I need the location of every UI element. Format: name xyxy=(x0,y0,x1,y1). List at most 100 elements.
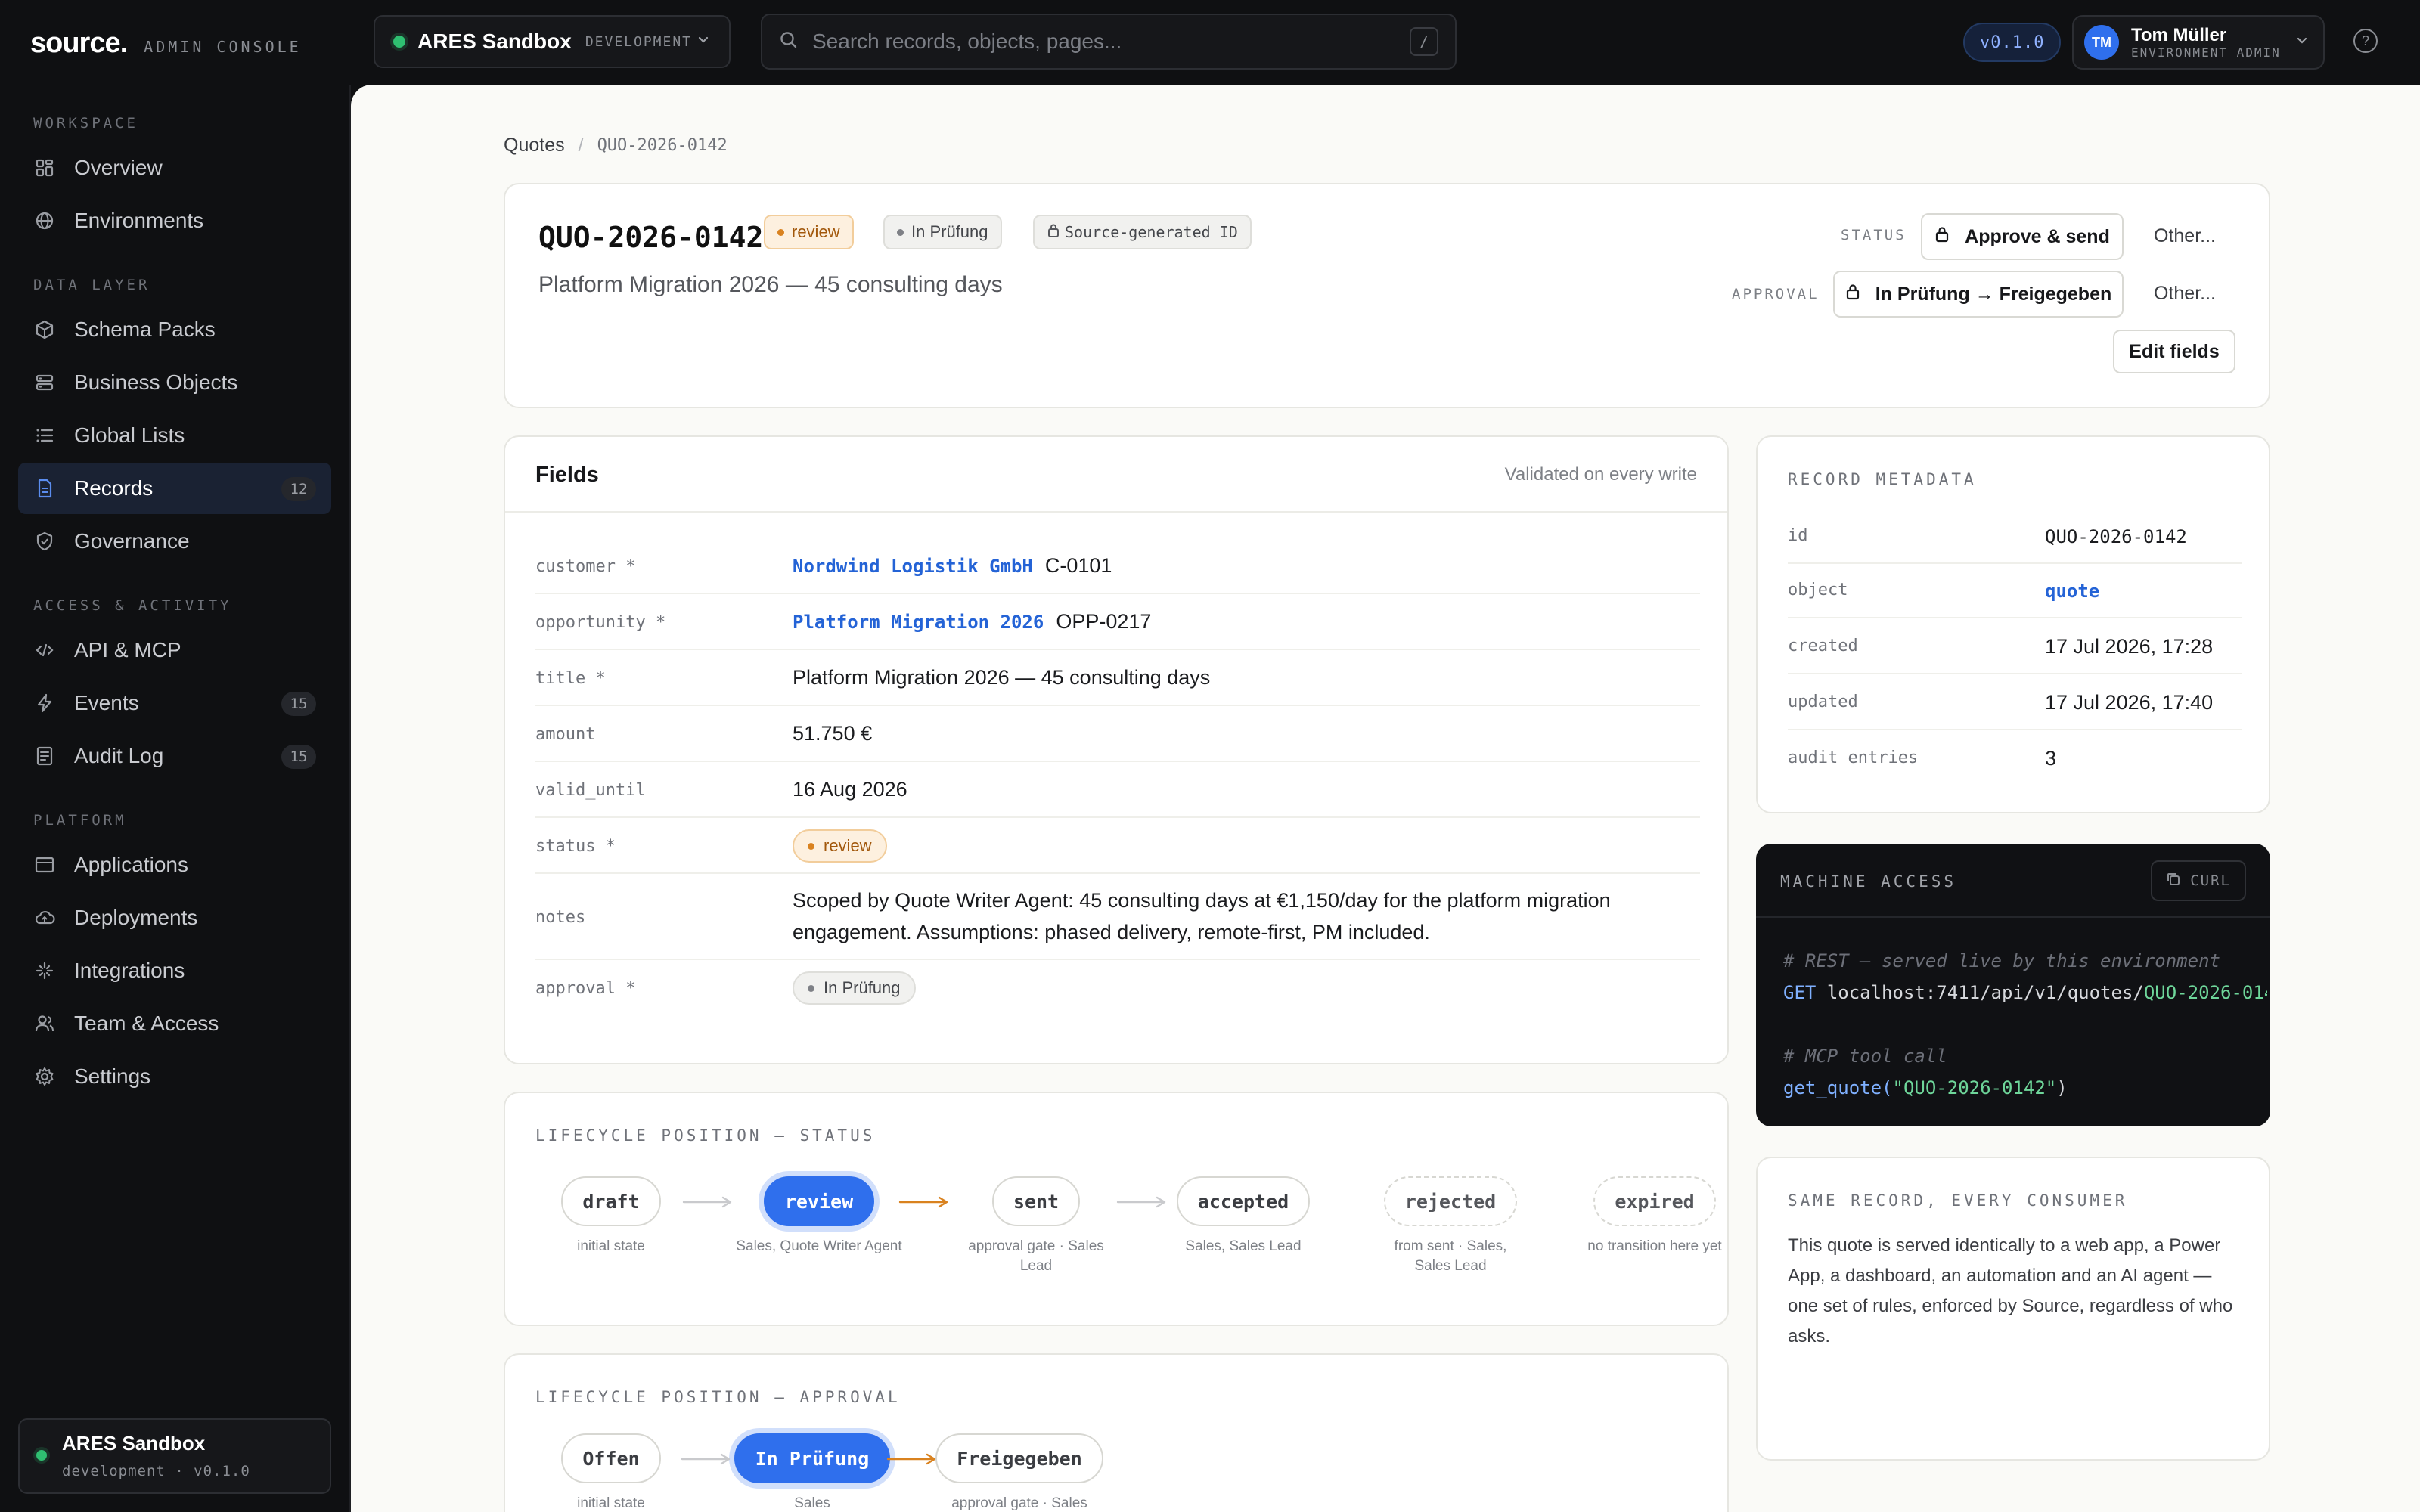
sidebar-item-api-mcp[interactable]: API & MCP xyxy=(18,624,331,676)
metadata-object-link[interactable]: quote xyxy=(2045,581,2099,602)
sidebar-item-label: Environments xyxy=(74,209,204,232)
stage-pill: expired xyxy=(1593,1176,1716,1226)
lock-icon xyxy=(1934,226,1950,248)
console-label: ADMIN CONSOLE xyxy=(144,38,302,56)
avatar: TM xyxy=(2084,25,2119,60)
field-row: amount 51.750 € xyxy=(535,706,1700,762)
sidebar-item-records[interactable]: Records 12 xyxy=(18,463,331,514)
environment-footer[interactable]: ARES Sandbox development · v0.1.0 xyxy=(18,1418,331,1494)
fields-card: Fields Validated on every write customer… xyxy=(504,435,1729,1064)
lifecycle-stage: In Prüfung Sales xyxy=(721,1433,903,1512)
brand[interactable]: source. ADMIN CONSOLE xyxy=(30,27,302,60)
users-icon xyxy=(33,1012,56,1035)
copy-curl-button[interactable]: CURL xyxy=(2151,860,2246,901)
search-input[interactable] xyxy=(812,29,1410,54)
breadcrumb-parent[interactable]: Quotes xyxy=(504,135,565,156)
sidebar-item-events[interactable]: Events 15 xyxy=(18,677,331,729)
approval-transition-label: In Prüfung → Freigegeben xyxy=(1875,283,2112,305)
field-value: C-0101 xyxy=(1044,554,1112,577)
field-link[interactable]: Platform Migration 2026 xyxy=(793,612,1044,633)
sidebar-item-environments[interactable]: Environments xyxy=(18,195,331,246)
stage-pill: Freigegeben xyxy=(935,1433,1103,1483)
approval-other-button[interactable]: Other... xyxy=(2154,283,2216,305)
sidebar-item-global-lists[interactable]: Global Lists xyxy=(18,410,331,461)
lifecycle-status-card: LIFECYCLE POSITION — STATUS draft initia… xyxy=(504,1092,1729,1326)
field-status-chip: review xyxy=(793,829,887,863)
sidebar-item-deployments[interactable]: Deployments xyxy=(18,892,331,943)
plug-icon xyxy=(33,959,56,982)
help-icon[interactable]: ? xyxy=(2353,29,2378,53)
lifecycle-status-label: LIFECYCLE POSITION — STATUS xyxy=(535,1126,876,1145)
nav-section-label: ACCESS & ACTIVITY xyxy=(33,597,232,614)
user-role: ENVIRONMENT ADMIN xyxy=(2131,45,2281,60)
metadata-value: QUO-2026-0142 xyxy=(2045,526,2187,547)
chevron-down-icon xyxy=(696,32,711,51)
stage-note: no transition here yet xyxy=(1587,1238,1722,1254)
gear-icon xyxy=(33,1065,56,1088)
global-search[interactable]: / xyxy=(761,14,1457,70)
stage-pill: review xyxy=(763,1176,875,1226)
stage-pill: draft xyxy=(561,1176,661,1226)
env-tag: DEVELOPMENT xyxy=(585,33,693,50)
edit-fields-button[interactable]: Edit fields xyxy=(2113,330,2235,373)
stage-note: approval gate · Sales Lead xyxy=(968,1238,1104,1274)
approval-transition-button[interactable]: In Prüfung → Freigegeben xyxy=(1833,271,2124,318)
approve-send-button[interactable]: Approve & send xyxy=(1921,213,2124,260)
nav-count-badge: 15 xyxy=(281,692,316,716)
metadata-row: updated 17 Jul 2026, 17:40 xyxy=(1788,674,2242,730)
status-badge-label: review xyxy=(792,222,840,241)
transition-arrow-icon xyxy=(898,1194,951,1213)
copy-curl-label: CURL xyxy=(2190,872,2231,889)
sidebar-item-integrations[interactable]: Integrations xyxy=(18,945,331,996)
metadata-key: updated xyxy=(1788,692,1858,711)
fields-title: Fields xyxy=(535,463,599,487)
sidebar-item-audit-log[interactable]: Audit Log 15 xyxy=(18,730,331,782)
code-fn-arg: "QUO-2026-0142" xyxy=(1892,1077,2057,1098)
metadata-value: 17 Jul 2026, 17:40 xyxy=(2045,691,2214,714)
sidebar-item-governance[interactable]: Governance xyxy=(18,516,331,567)
field-row: valid_until 16 Aug 2026 xyxy=(535,762,1700,818)
approval-control-label: APPROVAL xyxy=(1732,286,1820,302)
sidebar-item-applications[interactable]: Applications xyxy=(18,839,331,891)
cube-icon xyxy=(33,318,56,341)
code-fn: get_quote( xyxy=(1783,1077,1893,1098)
search-icon xyxy=(779,30,799,54)
code-snippet: # REST — served live by this environment… xyxy=(1783,945,2267,1104)
approval-badge-label: In Prüfung xyxy=(911,222,988,241)
status-other-button[interactable]: Other... xyxy=(2154,225,2216,247)
machine-access-card: MACHINE ACCESS CURL # REST — served live… xyxy=(1756,844,2270,1126)
code-url-base: localhost:7411/api/v1/quotes/ xyxy=(1826,982,2144,1003)
field-value: 51.750 € xyxy=(793,722,873,745)
cloud-icon xyxy=(33,906,56,929)
code-fn-close: ) xyxy=(2056,1077,2068,1098)
sidebar-item-business-objects[interactable]: Business Objects xyxy=(18,357,331,408)
sidebar-item-schema-packs[interactable]: Schema Packs xyxy=(18,304,331,355)
environment-switcher[interactable]: ARES Sandbox DEVELOPMENT xyxy=(374,15,731,68)
field-row: customer * Nordwind Logistik GmbH C-0101 xyxy=(535,538,1700,594)
stage-pill: sent xyxy=(991,1176,1081,1226)
field-value: 16 Aug 2026 xyxy=(793,778,908,801)
sidebar-item-settings[interactable]: Settings xyxy=(18,1051,331,1102)
stage-note: Sales xyxy=(794,1495,830,1511)
lifecycle-stage: review Sales, Quote Writer Agent xyxy=(736,1176,902,1256)
user-menu[interactable]: TM Tom Müller ENVIRONMENT ADMIN xyxy=(2072,15,2325,70)
database-icon xyxy=(33,371,56,394)
record-header-card: QUO-2026-0142 review In Prüfung Source-g… xyxy=(504,183,2270,408)
field-link[interactable]: Nordwind Logistik GmbH xyxy=(793,556,1033,577)
sidebar-item-team-access[interactable]: Team & Access xyxy=(18,998,331,1049)
code-comment-rest: # REST — served live by this environment xyxy=(1783,950,2220,971)
env-status-dot xyxy=(393,36,405,48)
transition-arrow-icon xyxy=(681,1452,734,1470)
nav-count-badge: 12 xyxy=(281,477,316,501)
stage-pill: accepted xyxy=(1176,1176,1311,1226)
sidebar-item-label: Deployments xyxy=(74,906,198,929)
bolt-icon xyxy=(33,692,56,714)
sidebar-item-label: Events xyxy=(74,691,139,714)
sidebar-item-overview[interactable]: Overview xyxy=(18,142,331,194)
env-status-dot xyxy=(36,1450,47,1461)
nav-section-label: PLATFORM xyxy=(33,812,127,829)
machine-access-title: MACHINE ACCESS xyxy=(1780,872,1957,891)
status-badge: review xyxy=(764,215,854,249)
record-subtitle: Platform Migration 2026 — 45 consulting … xyxy=(538,272,1003,297)
metadata-key: id xyxy=(1788,526,1808,545)
